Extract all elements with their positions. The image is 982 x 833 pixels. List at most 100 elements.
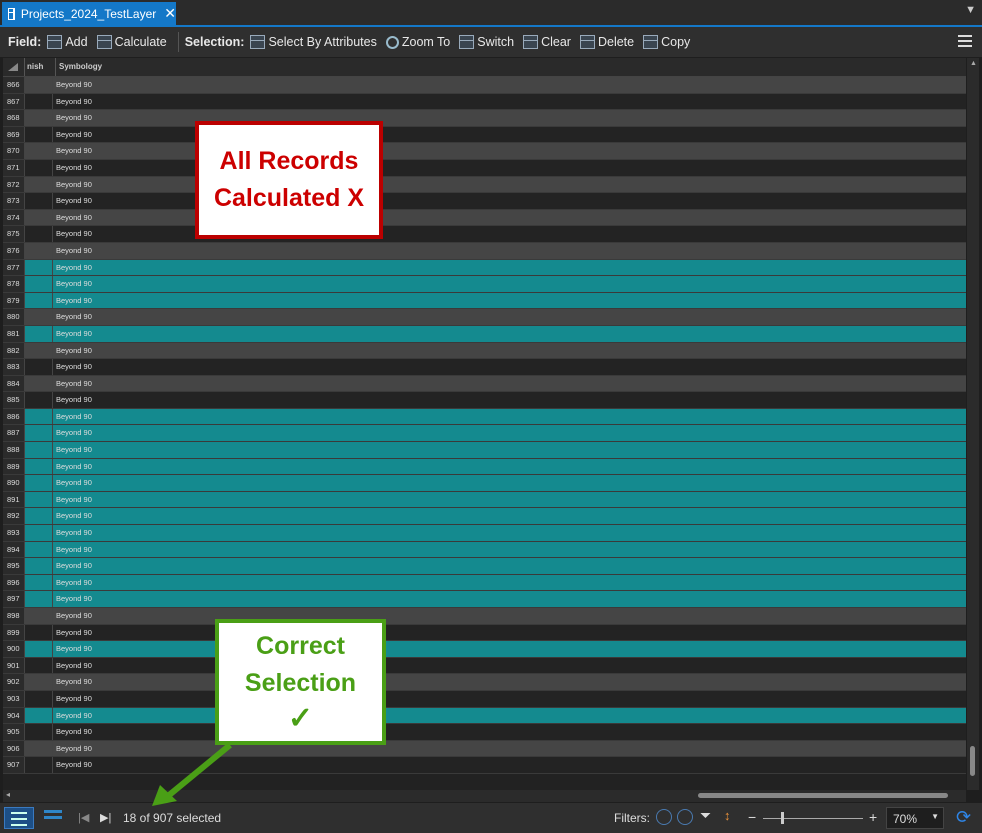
row-number[interactable]: 907: [3, 757, 24, 773]
row-number[interactable]: 873: [3, 193, 24, 209]
table-cell[interactable]: [24, 93, 52, 110]
refresh-icon[interactable]: ⟳: [956, 808, 974, 826]
table-row[interactable]: 884 Beyond 90: [3, 375, 966, 393]
table-cell[interactable]: [24, 375, 52, 392]
row-number[interactable]: 903: [3, 690, 24, 707]
row-number[interactable]: 880: [3, 309, 24, 325]
table-row[interactable]: 868 Beyond 90: [3, 110, 966, 127]
row-number[interactable]: 867: [3, 93, 24, 110]
row-number[interactable]: 895: [3, 558, 24, 574]
zoom-slider-knob[interactable]: [781, 812, 784, 824]
row-number[interactable]: 868: [3, 110, 24, 126]
row-number[interactable]: 905: [3, 724, 24, 740]
symbology-cell[interactable]: Beyond 90: [52, 491, 966, 508]
table-cell[interactable]: [24, 309, 52, 325]
select-by-attributes-button[interactable]: Select By Attributes: [250, 35, 377, 49]
scroll-left-icon[interactable]: ◂: [6, 790, 10, 799]
table-cell[interactable]: [24, 707, 52, 724]
filter-icon[interactable]: ⏷: [700, 807, 711, 824]
table-cell[interactable]: [24, 608, 52, 624]
table-row[interactable]: 870 Beyond 90: [3, 143, 966, 160]
table-row[interactable]: 903 Beyond 90: [3, 690, 966, 708]
table-row[interactable]: 885 Beyond 90: [3, 392, 966, 409]
table-cell[interactable]: [24, 176, 52, 193]
symbology-cell[interactable]: Beyond 90: [52, 458, 966, 475]
symbology-cell[interactable]: Beyond 90: [52, 608, 966, 624]
delete-selected-button[interactable]: Delete: [579, 35, 634, 49]
table-cell[interactable]: [24, 325, 52, 342]
add-field-button[interactable]: Add: [47, 35, 88, 49]
symbology-cell[interactable]: Beyond 90: [52, 425, 966, 442]
first-record-icon[interactable]: |◀: [78, 811, 89, 824]
row-number[interactable]: 871: [3, 159, 24, 176]
row-number[interactable]: 897: [3, 591, 24, 607]
table-cell[interactable]: [24, 342, 52, 359]
table-cell[interactable]: [24, 292, 52, 309]
table-row[interactable]: 902 Beyond 90: [3, 674, 966, 691]
symbology-cell[interactable]: Beyond 90: [52, 209, 966, 226]
table-row[interactable]: 905 Beyond 90: [3, 724, 966, 741]
vertical-scroll-thumb[interactable]: [970, 746, 975, 776]
row-number[interactable]: 891: [3, 491, 24, 508]
switch-selection-button[interactable]: Switch: [459, 35, 514, 49]
table-row[interactable]: 874 Beyond 90: [3, 209, 966, 227]
row-number[interactable]: 893: [3, 525, 24, 541]
table-row[interactable]: 873 Beyond 90: [3, 193, 966, 210]
table-row[interactable]: 882 Beyond 90: [3, 342, 966, 360]
symbology-cell[interactable]: Beyond 90: [52, 525, 966, 541]
symbology-cell[interactable]: Beyond 90: [52, 442, 966, 458]
symbology-cell[interactable]: Beyond 90: [52, 325, 966, 342]
zoom-in-icon[interactable]: +: [869, 809, 877, 825]
symbology-cell[interactable]: Beyond 90: [52, 707, 966, 724]
table-row[interactable]: 897 Beyond 90: [3, 591, 966, 608]
row-number[interactable]: 878: [3, 276, 24, 292]
row-number[interactable]: 888: [3, 442, 24, 458]
column-header[interactable]: Symbology: [55, 58, 102, 76]
symbology-cell[interactable]: Beyond 90: [52, 176, 966, 193]
symbology-cell[interactable]: Beyond 90: [52, 292, 966, 309]
row-number[interactable]: 886: [3, 408, 24, 425]
row-number[interactable]: 892: [3, 508, 24, 525]
symbology-cell[interactable]: Beyond 90: [52, 591, 966, 607]
row-number[interactable]: 877: [3, 259, 24, 276]
symbology-cell[interactable]: Beyond 90: [52, 342, 966, 359]
row-number[interactable]: 874: [3, 209, 24, 226]
table-row[interactable]: 876 Beyond 90: [3, 242, 966, 260]
row-number[interactable]: 881: [3, 325, 24, 342]
table-cell[interactable]: [24, 425, 52, 442]
table-row[interactable]: 889 Beyond 90: [3, 458, 966, 476]
table-cell[interactable]: [24, 143, 52, 159]
table-row[interactable]: 880 Beyond 90: [3, 309, 966, 326]
table-cell[interactable]: [24, 757, 52, 773]
symbology-cell[interactable]: Beyond 90: [52, 408, 966, 425]
table-cell[interactable]: [24, 724, 52, 740]
row-number[interactable]: 884: [3, 375, 24, 392]
row-number[interactable]: 901: [3, 657, 24, 674]
row-number[interactable]: 902: [3, 674, 24, 690]
symbology-cell[interactable]: Beyond 90: [52, 309, 966, 325]
row-number[interactable]: 889: [3, 458, 24, 475]
symbology-cell[interactable]: Beyond 90: [52, 641, 966, 657]
table-cell[interactable]: [24, 624, 52, 641]
row-number[interactable]: 879: [3, 292, 24, 309]
column-header[interactable]: nish: [24, 58, 55, 76]
row-number[interactable]: 900: [3, 641, 24, 657]
menu-icon[interactable]: [958, 35, 972, 50]
table-row[interactable]: 866 Beyond 90: [3, 77, 966, 94]
horizontal-scroll-thumb[interactable]: [698, 793, 948, 798]
symbology-cell[interactable]: Beyond 90: [52, 574, 966, 591]
row-number[interactable]: 869: [3, 126, 24, 143]
table-row[interactable]: 904 Beyond 90: [3, 707, 966, 725]
symbology-cell[interactable]: Beyond 90: [52, 541, 966, 558]
copy-selected-button[interactable]: Copy: [643, 35, 690, 49]
chevron-down-icon[interactable]: ▼: [965, 4, 976, 16]
row-number[interactable]: 876: [3, 242, 24, 259]
table-cell[interactable]: [24, 126, 52, 143]
table-row[interactable]: 871 Beyond 90: [3, 159, 966, 177]
symbology-cell[interactable]: Beyond 90: [52, 259, 966, 276]
table-row[interactable]: 872 Beyond 90: [3, 176, 966, 194]
row-number[interactable]: 906: [3, 740, 24, 757]
table-cell[interactable]: [24, 159, 52, 176]
table-cell[interactable]: [24, 359, 52, 375]
table-row[interactable]: 892 Beyond 90: [3, 508, 966, 526]
